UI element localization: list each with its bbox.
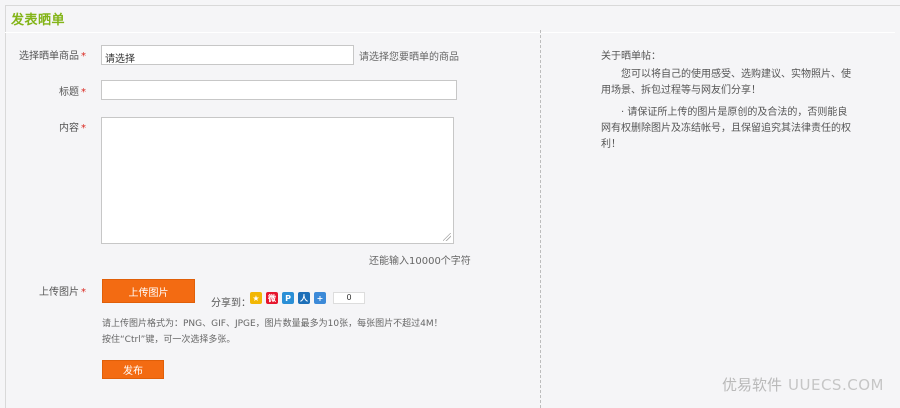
page-title: 发表晒单 (11, 13, 66, 28)
sidebar-title: 关于晒单帖： (601, 51, 661, 62)
title-underline (5, 32, 895, 33)
upload-image-button[interactable]: 上传图片 (102, 279, 195, 303)
product-select-value: 请选择 (105, 54, 135, 65)
publish-button-label: 发布 (123, 366, 143, 377)
product-label: 选择晒单商品 * (6, 47, 86, 62)
upload-button-label: 上传图片 (128, 287, 169, 299)
more-share-icon[interactable]: + (314, 292, 326, 304)
watermark-brand: 优易软件 (722, 376, 783, 394)
content-char-counter: 还能输入10000个字符 (369, 256, 471, 267)
share-label: 分享到： (211, 298, 251, 309)
heading-label-text: 标题 (59, 87, 79, 98)
product-label-text: 选择晒单商品 (19, 51, 79, 62)
upload-required-mark: * (81, 287, 86, 298)
product-select[interactable]: 请选择 (101, 45, 354, 65)
sidebar-paragraph-1: 您可以将自己的使用感受、选购建议、实物照片、使用场景、拆包过程等与网友们分享！ (601, 69, 851, 96)
upload-label: 上传图片 * (6, 283, 86, 298)
share-count: 0 (333, 292, 365, 304)
content-label-text: 内容 (59, 123, 79, 134)
column-divider (540, 30, 541, 408)
content-label: 内容 * (6, 119, 86, 134)
resize-grip-icon[interactable] (443, 233, 451, 241)
renren-share-icon[interactable]: 人 (298, 292, 310, 304)
watermark: 优易软件 UUECS.COM (722, 374, 884, 395)
heading-required-mark: * (81, 87, 86, 98)
upload-format-note: 请上传图片格式为：PNG、GIF、JPGE，图片数量最多为10张，每张图片不超过… (102, 319, 443, 329)
publish-button[interactable]: 发布 (102, 360, 164, 379)
watermark-domain: UUECS.COM (788, 376, 884, 394)
heading-label: 标题 * (6, 83, 86, 98)
title-input[interactable] (101, 80, 457, 100)
upload-label-text: 上传图片 (39, 287, 79, 298)
content-textarea[interactable] (101, 117, 454, 244)
pengyou-share-icon[interactable]: P (282, 292, 294, 304)
product-hint: 请选择您要晒单的商品 (359, 52, 459, 63)
weibo-share-icon[interactable]: 微 (266, 292, 278, 304)
upload-multi-select-note: 按住“Ctrl”键，可一次选择多张。 (102, 335, 236, 345)
product-required-mark: * (81, 51, 86, 62)
qzone-share-icon[interactable]: ★ (250, 292, 262, 304)
content-required-mark: * (81, 123, 86, 134)
sidebar-paragraph-2: · 请保证所上传的图片是原创的及合法的，否则能良网有权删除图片及冻结帐号，且保留… (601, 107, 851, 150)
